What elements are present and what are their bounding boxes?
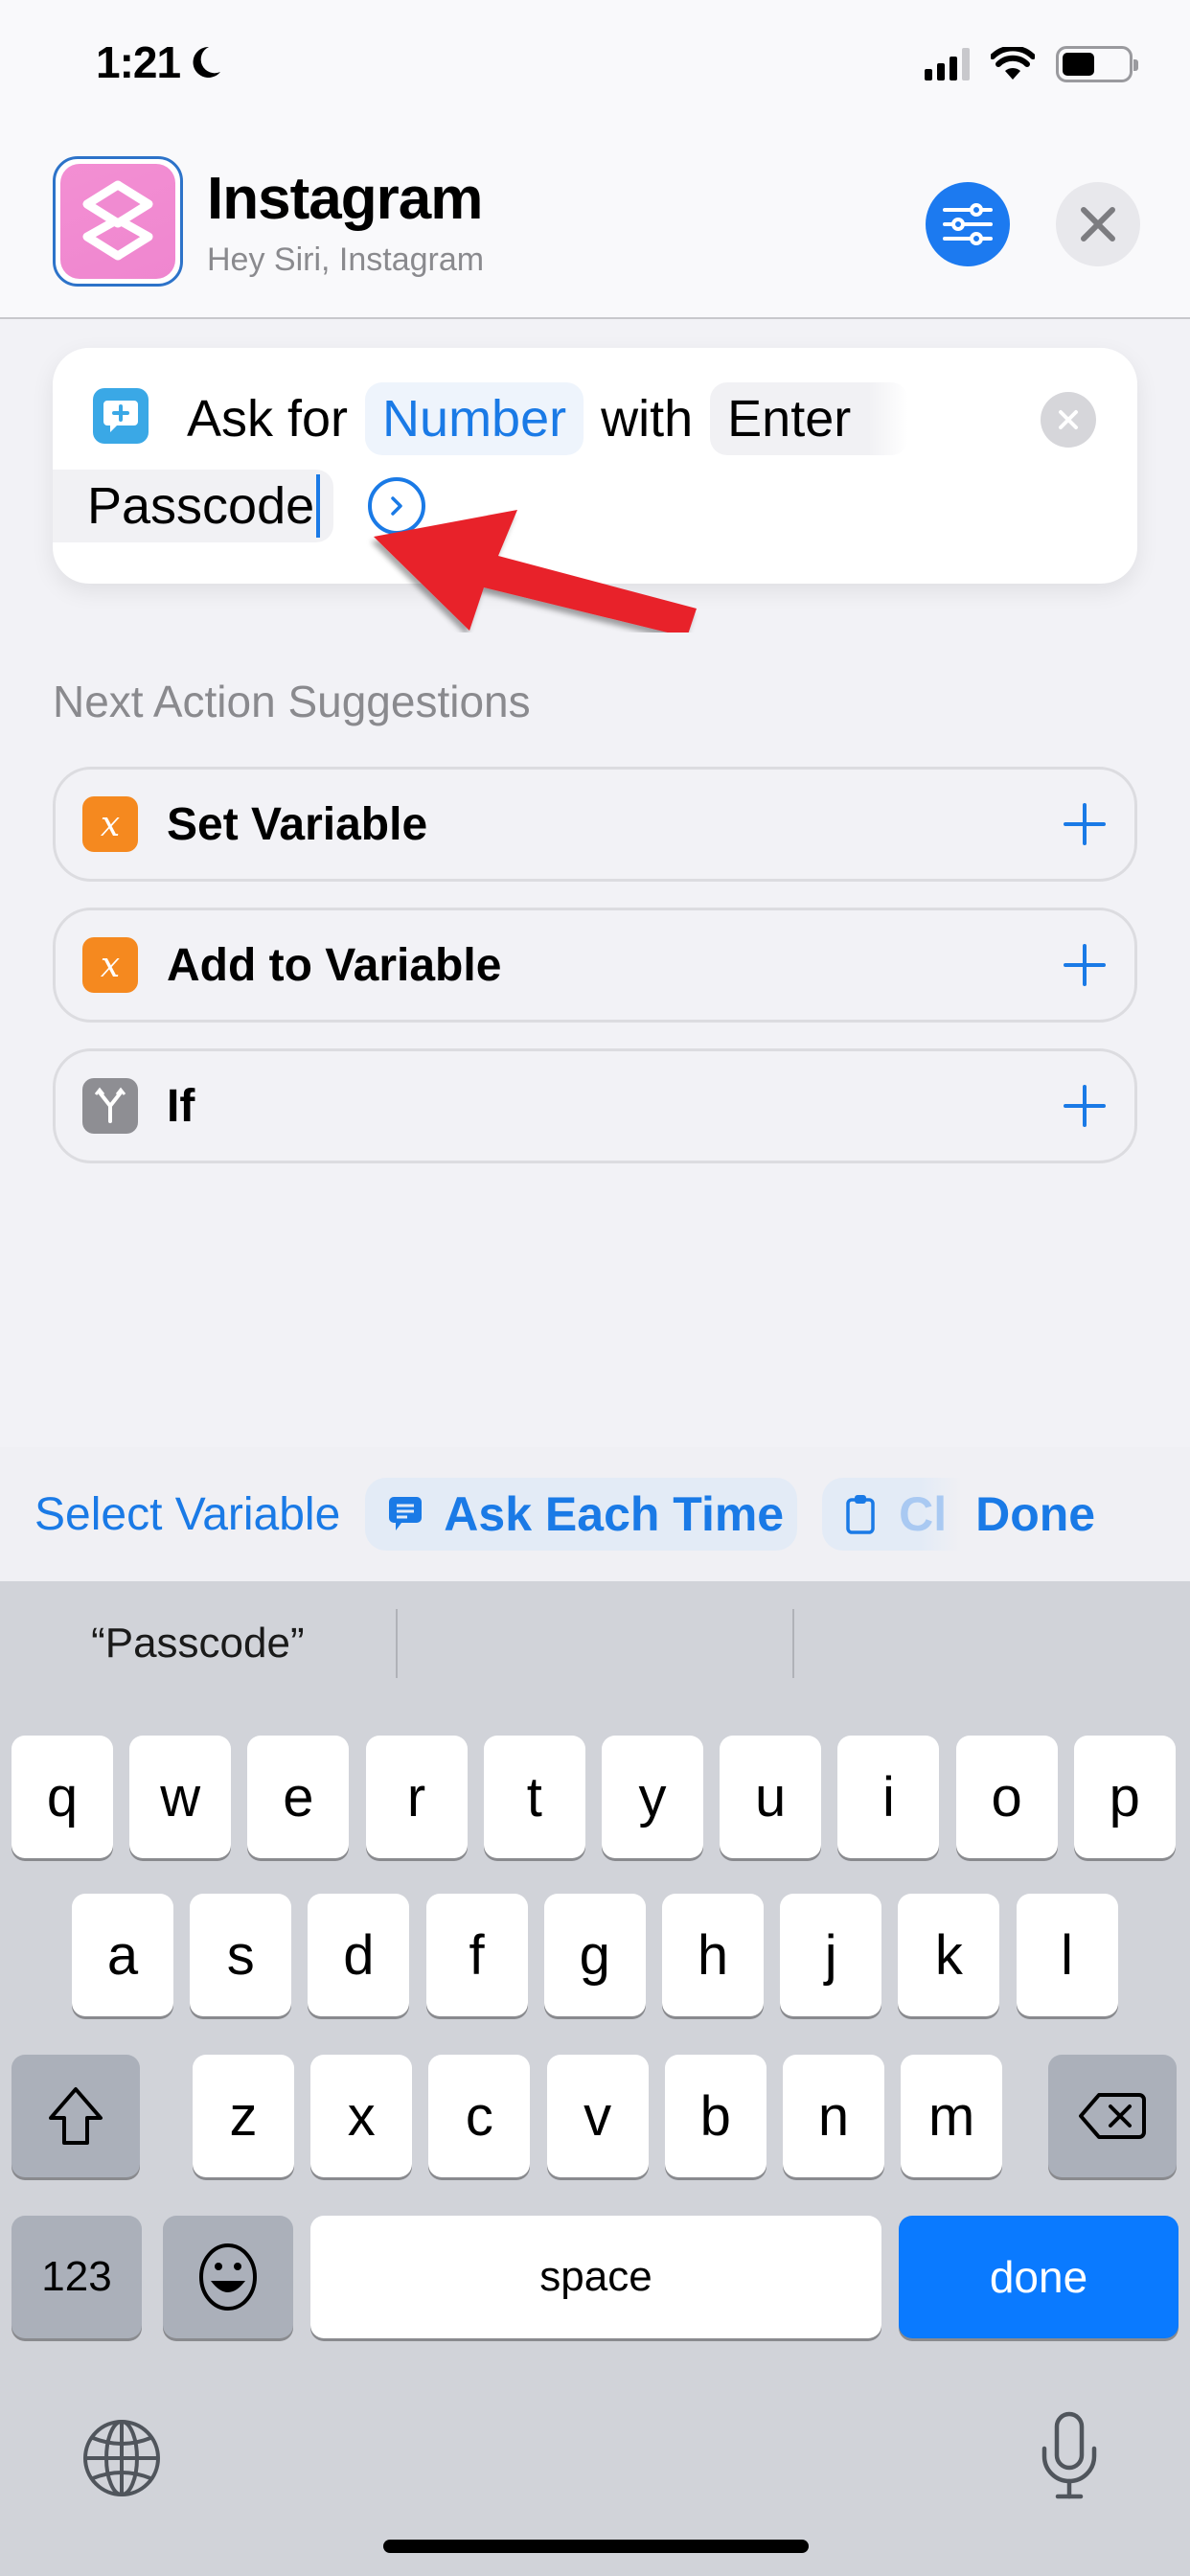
- suggestion-label: Add to Variable: [167, 939, 502, 991]
- shortcut-title[interactable]: Instagram: [207, 165, 483, 233]
- suggestion-label: Set Variable: [167, 798, 428, 850]
- key-u[interactable]: u: [720, 1736, 822, 1858]
- ask-for-text: Ask for: [187, 390, 349, 448]
- moon-icon: [193, 46, 221, 78]
- close-button[interactable]: [1056, 182, 1140, 266]
- text-cursor: [316, 474, 321, 538]
- battery-icon: [1056, 46, 1138, 82]
- suggestions-header: Next Action Suggestions: [53, 677, 531, 726]
- key-k[interactable]: k: [898, 1894, 1000, 2016]
- plus-icon[interactable]: [1062, 1083, 1108, 1129]
- clipboard-icon: [846, 1495, 875, 1534]
- key-a[interactable]: a: [72, 1894, 173, 2016]
- clear-prompt-button[interactable]: [1041, 392, 1096, 448]
- plus-icon[interactable]: [1062, 801, 1108, 847]
- globe-icon[interactable]: [80, 2417, 163, 2499]
- ask-each-time-label: Ask Each Time: [444, 1487, 785, 1541]
- key-d[interactable]: d: [308, 1894, 410, 2016]
- shortcuts-layers-icon: [82, 180, 153, 261]
- plus-icon[interactable]: [1062, 942, 1108, 988]
- ask-each-time-button[interactable]: Ask Each Time: [365, 1478, 798, 1551]
- expand-action-button[interactable]: [368, 477, 426, 535]
- key-o[interactable]: o: [955, 1736, 1058, 1858]
- prompt-token-part2: Passcode: [87, 477, 315, 535]
- prompt-text-field[interactable]: Passcode: [53, 470, 334, 542]
- variable-accessory-bar: Select Variable Ask Each Time Cl Done: [0, 1447, 1190, 1581]
- shift-key[interactable]: [11, 2055, 140, 2177]
- clipboard-label: Cl: [899, 1487, 948, 1541]
- key-c[interactable]: c: [428, 2055, 531, 2177]
- key-p[interactable]: p: [1073, 1736, 1176, 1858]
- prompt-token-part1[interactable]: Enter: [710, 382, 909, 455]
- key-f[interactable]: f: [425, 1894, 528, 2016]
- home-indicator[interactable]: [383, 2540, 809, 2553]
- space-key[interactable]: space: [310, 2216, 881, 2338]
- shift-icon: [49, 2087, 103, 2145]
- key-s[interactable]: s: [190, 1894, 292, 2016]
- key-j[interactable]: j: [780, 1894, 882, 2016]
- key-m[interactable]: m: [901, 2055, 1003, 2177]
- delete-key[interactable]: [1048, 2055, 1177, 2177]
- branch-icon: [82, 1078, 138, 1134]
- clipboard-button[interactable]: Cl: [822, 1478, 963, 1551]
- done-button[interactable]: Done: [975, 1486, 1095, 1542]
- done-key[interactable]: done: [899, 2216, 1179, 2338]
- key-g[interactable]: g: [543, 1894, 646, 2016]
- settings-button[interactable]: [926, 182, 1010, 266]
- ask-speech-bubble-plus-icon: [93, 388, 149, 444]
- emoji-key[interactable]: [163, 2216, 293, 2338]
- key-t[interactable]: t: [483, 1736, 585, 1858]
- shortcut-app-icon[interactable]: [53, 156, 183, 287]
- cellular-signal-icon: [925, 48, 970, 80]
- shortcut-subtitle: Hey Siri, Instagram: [207, 242, 485, 278]
- chevron-right-circle-icon: [391, 496, 402, 516]
- microphone-icon[interactable]: [1031, 2410, 1108, 2502]
- sliders-icon: [943, 203, 993, 245]
- suggestion-set-variable[interactable]: x Set Variable: [53, 767, 1137, 882]
- key-z[interactable]: z: [193, 2055, 294, 2177]
- prediction-divider: [792, 1609, 795, 1678]
- key-q[interactable]: q: [11, 1736, 113, 1858]
- sheet-header: 1:21 Instagram Hey Siri, Instagram: [0, 0, 1190, 319]
- input-type-token[interactable]: Number: [365, 382, 584, 455]
- prediction-1[interactable]: “Passcode”: [0, 1620, 396, 1668]
- key-b[interactable]: b: [664, 2055, 767, 2177]
- key-v[interactable]: v: [546, 2055, 649, 2177]
- key-e[interactable]: e: [247, 1736, 350, 1858]
- wifi-icon: [991, 47, 1035, 80]
- ask-for-input-action: Ask for Number with Enter Passcode: [53, 348, 1137, 584]
- clear-x-icon: [1059, 410, 1078, 429]
- key-x[interactable]: x: [310, 2055, 413, 2177]
- variable-x-icon: x: [82, 937, 138, 993]
- key-w[interactable]: w: [129, 1736, 232, 1858]
- suggestion-label: If: [167, 1080, 195, 1132]
- key-y[interactable]: y: [602, 1736, 703, 1858]
- with-text: with: [601, 390, 694, 448]
- status-time-text: 1:21: [96, 37, 181, 87]
- key-r[interactable]: r: [365, 1736, 468, 1858]
- numbers-key[interactable]: 123: [11, 2216, 142, 2338]
- key-h[interactable]: h: [662, 1894, 764, 2016]
- prediction-divider: [395, 1609, 398, 1678]
- suggestion-add-to-variable[interactable]: x Add to Variable: [53, 908, 1137, 1023]
- status-time: 1:21: [96, 36, 224, 88]
- delete-backspace-icon: [1079, 2093, 1146, 2139]
- emoji-icon: [199, 2243, 257, 2311]
- action-sentence: Ask for Number with Enter: [187, 382, 909, 455]
- speech-bubble-icon: [389, 1497, 423, 1530]
- prompt-input-line: Passcode: [53, 470, 426, 542]
- select-variable-button[interactable]: Select Variable: [34, 1488, 340, 1541]
- predictive-bar: “Passcode”: [0, 1581, 1190, 1706]
- close-icon: [1081, 207, 1115, 242]
- suggestion-if[interactable]: If: [53, 1048, 1137, 1163]
- key-i[interactable]: i: [837, 1736, 940, 1858]
- status-indicators: [925, 46, 1138, 82]
- key-l[interactable]: l: [1016, 1894, 1118, 2016]
- key-n[interactable]: n: [783, 2055, 884, 2177]
- variable-x-icon: x: [82, 796, 138, 852]
